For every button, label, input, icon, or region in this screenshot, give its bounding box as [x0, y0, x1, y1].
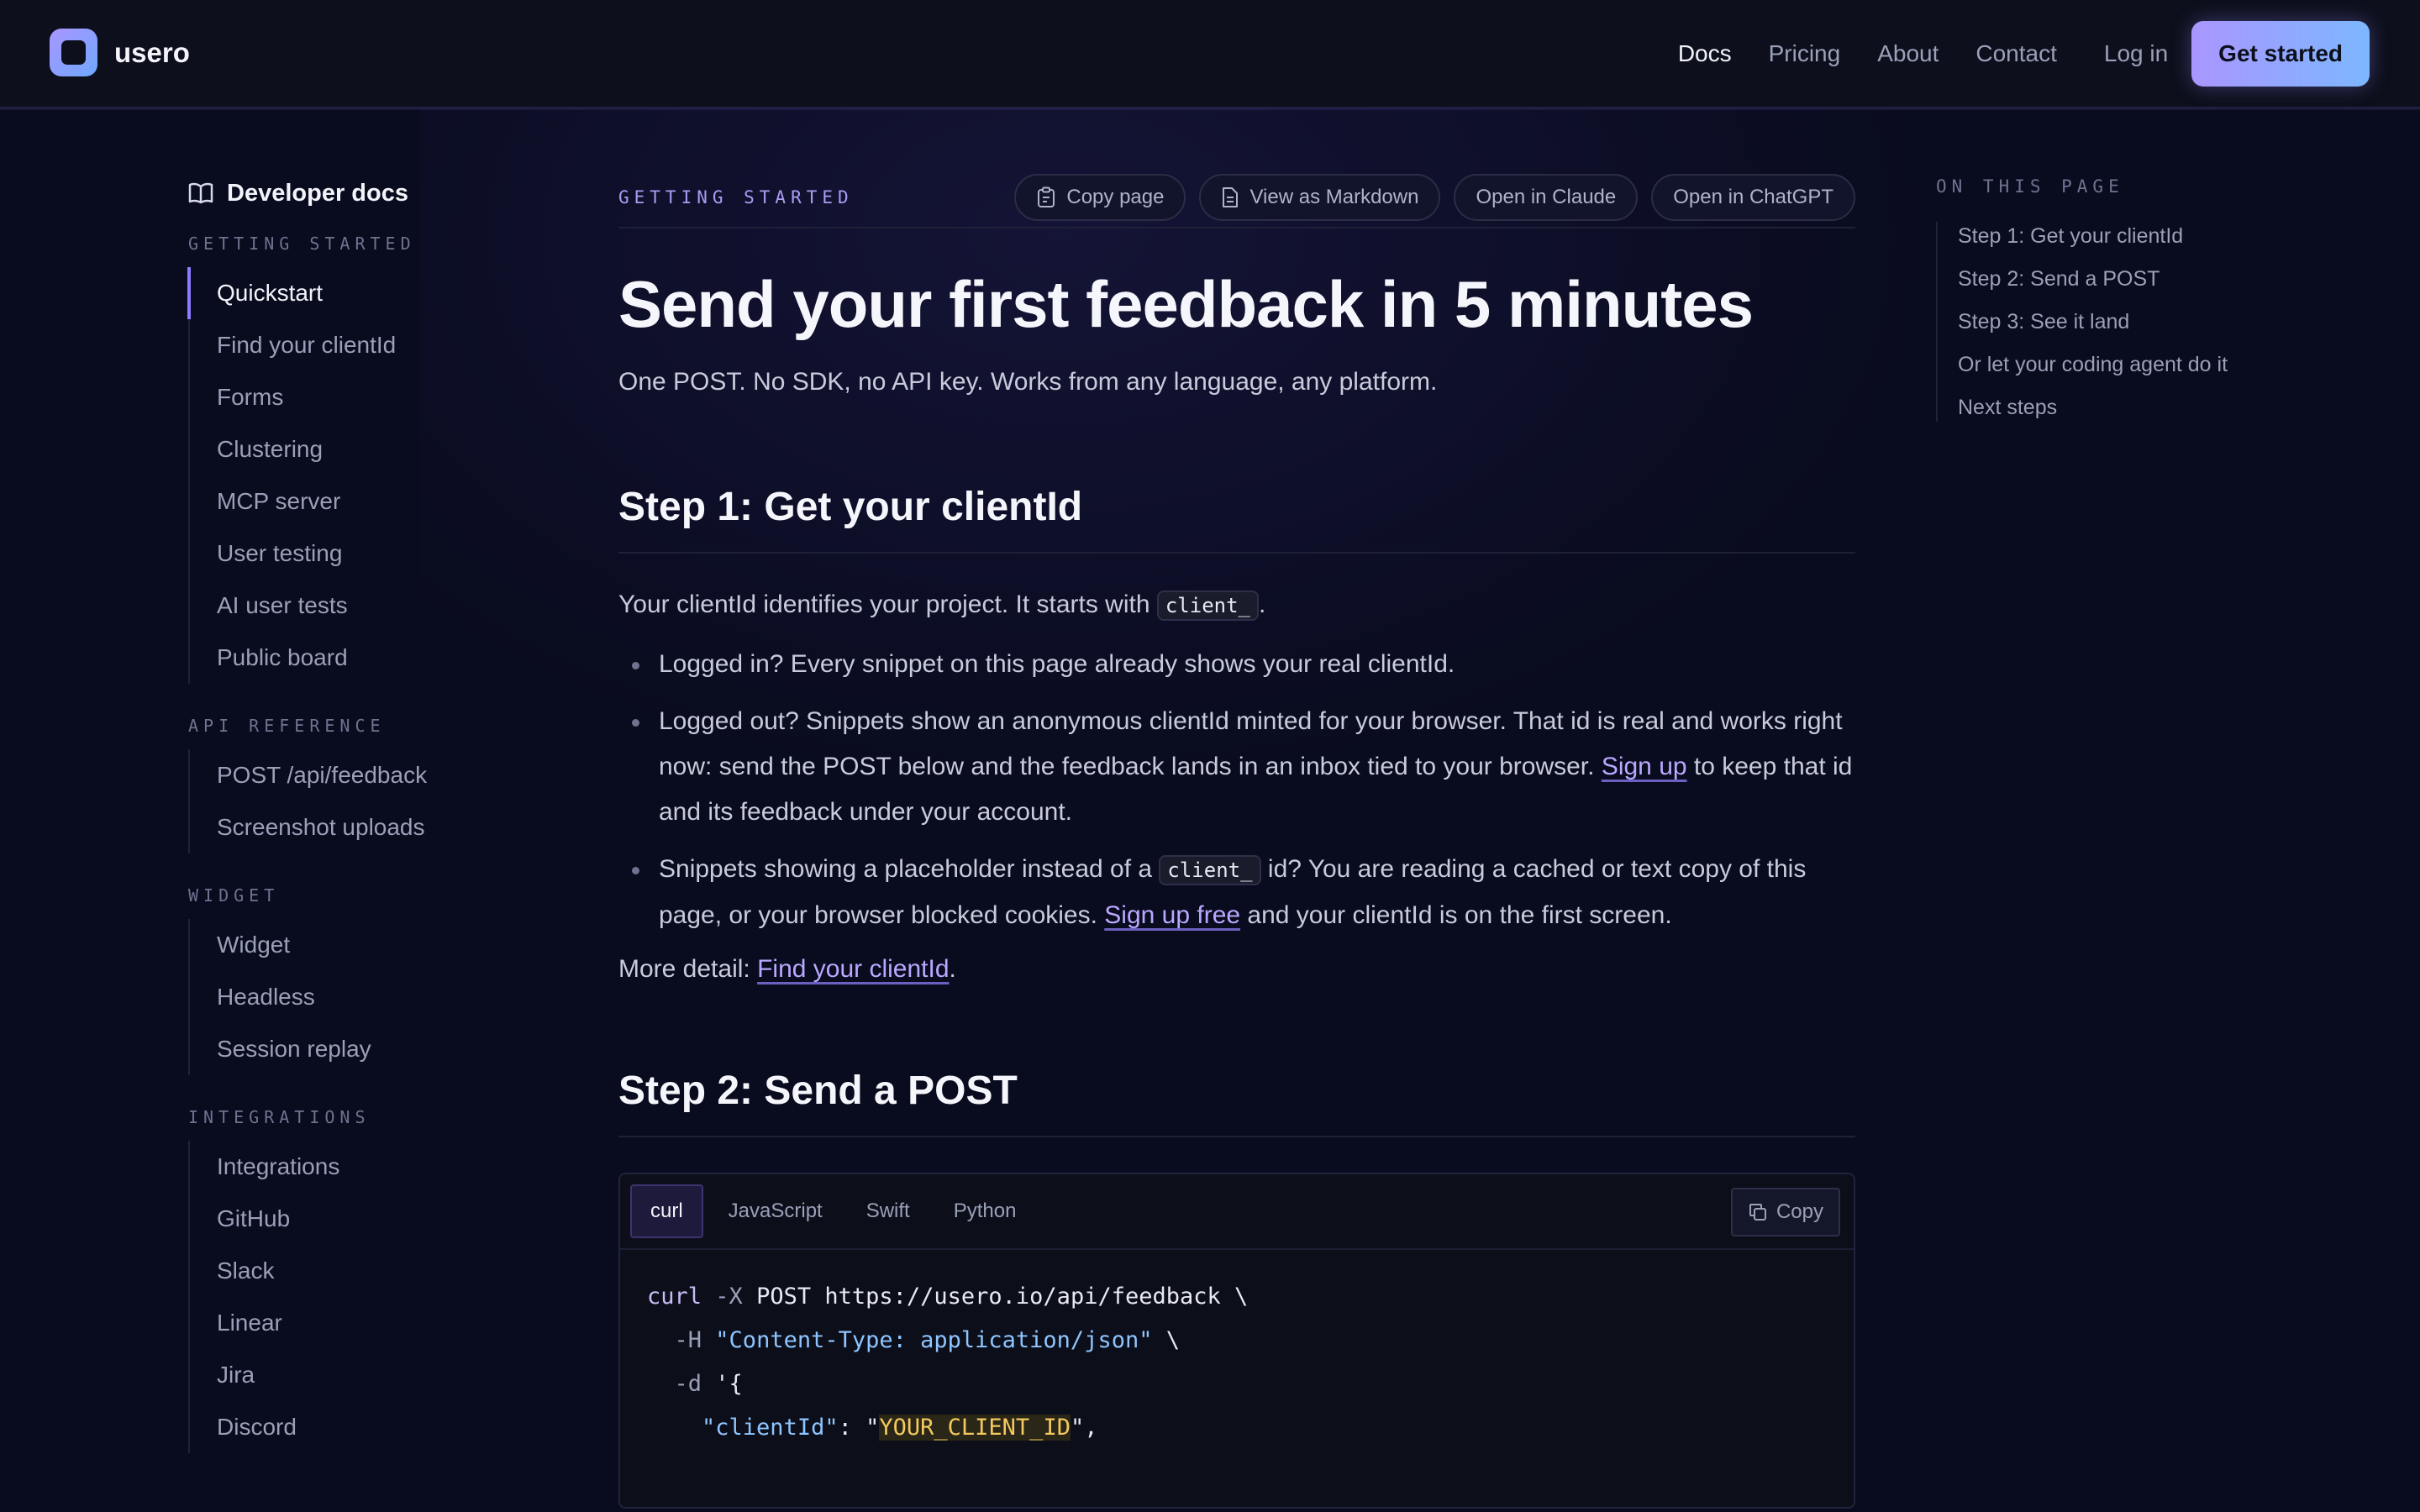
sidebar-item-session-replay[interactable]: Session replay [190, 1023, 524, 1075]
view-markdown-label: View as Markdown [1249, 186, 1419, 208]
sidebar-item-ai-user-tests[interactable]: AI user tests [190, 580, 524, 632]
sidebar-item-discord[interactable]: Discord [190, 1401, 524, 1453]
sidebar-item-find-clientid[interactable]: Find your clientId [190, 319, 524, 371]
sidebar-item-headless[interactable]: Headless [190, 971, 524, 1023]
toc-item-coding-agent[interactable]: Or let your coding agent do it [1938, 350, 2255, 379]
code-content: curl -X POST https://usero.io/api/feedba… [647, 1284, 1249, 1441]
find-clientid-link[interactable]: Find your clientId [757, 955, 949, 983]
section-widget: WIDGET [188, 885, 280, 906]
brand-logo[interactable]: usero [50, 29, 190, 76]
document-icon [1223, 187, 1239, 207]
copy-page-button[interactable]: Copy page [1014, 174, 1186, 221]
page-title: Send your first feedback in 5 minutes [618, 267, 1754, 341]
sidebar-group-widget: Widget Headless Session replay [188, 919, 524, 1075]
top-nav: usero Docs Pricing About Contact Log in … [0, 0, 2420, 108]
inline-code: client_ [1159, 855, 1261, 885]
list-item: Logged in? Every snippet on this page al… [618, 642, 1855, 687]
get-started-button[interactable]: Get started [2191, 21, 2370, 87]
brand-name: usero [114, 36, 190, 68]
sidebar-item-screenshot-uploads[interactable]: Screenshot uploads [190, 801, 524, 853]
sidebar-item-github[interactable]: GitHub [190, 1193, 524, 1245]
breadcrumb: GETTING STARTED [618, 187, 854, 207]
toc-item-next-steps[interactable]: Next steps [1938, 393, 2255, 422]
sidebar-item-jira[interactable]: Jira [190, 1349, 524, 1401]
sidebar-item-slack[interactable]: Slack [190, 1245, 524, 1297]
sidebar-item-clustering[interactable]: Clustering [190, 423, 524, 475]
page-header-row: GETTING STARTED Copy page View as Markdo… [618, 168, 1855, 228]
code-tabs: curl JavaScript Swift Python Copy [620, 1174, 1854, 1250]
sidebar-group-integrations: Integrations GitHub Slack Linear Jira Di… [188, 1141, 524, 1453]
section-api-reference: API REFERENCE [188, 716, 386, 736]
tab-curl[interactable]: curl [630, 1184, 703, 1238]
sidebar-item-forms[interactable]: Forms [190, 371, 524, 423]
toc-item-step1[interactable]: Step 1: Get your clientId [1938, 222, 2255, 250]
copy-label: Copy [1776, 1200, 1823, 1223]
open-in-claude-button[interactable]: Open in Claude [1454, 174, 1639, 221]
copy-page-label: Copy page [1066, 186, 1165, 208]
section-integrations: INTEGRATIONS [188, 1107, 371, 1127]
sidebar-title-text: Developer docs [227, 179, 408, 207]
sidebar-item-public-board[interactable]: Public board [190, 632, 524, 684]
toc-list: Step 1: Get your clientId Step 2: Send a… [1936, 222, 2255, 422]
inline-code: client_ [1156, 591, 1260, 621]
tab-python[interactable]: Python [932, 1184, 1039, 1238]
step2-heading: Step 2: Send a POST [618, 1068, 1855, 1137]
sidebar-group-api-reference: POST /api/feedback Screenshot uploads [188, 749, 524, 853]
view-markdown-button[interactable]: View as Markdown [1199, 174, 1441, 221]
sidebar-group-getting-started: Quickstart Find your clientId Forms Clus… [187, 267, 524, 684]
docs-sidebar: Developer docs GETTING STARTED Quickstar… [187, 168, 524, 1478]
sidebar-item-quickstart[interactable]: Quickstart [187, 267, 524, 319]
copy-icon [1749, 1204, 1766, 1221]
open-in-chatgpt-button[interactable]: Open in ChatGPT [1651, 174, 1855, 221]
copy-code-button[interactable]: Copy [1730, 1188, 1840, 1236]
tab-javascript[interactable]: JavaScript [707, 1184, 844, 1238]
step1-heading: Step 1: Get your clientId [618, 484, 1855, 554]
tab-swift[interactable]: Swift [844, 1184, 932, 1238]
nav-docs[interactable]: Docs [1678, 40, 1732, 67]
page-lead: One POST. No SDK, no API key. Works from… [618, 368, 1438, 396]
list-item: Logged out? Snippets show an anonymous c… [618, 699, 1855, 835]
sidebar-item-integrations[interactable]: Integrations [190, 1141, 524, 1193]
step1-intro: Your clientId identifies your project. I… [618, 585, 1855, 625]
toc-item-step2[interactable]: Step 2: Send a POST [1938, 265, 2255, 293]
sidebar-item-mcp-server[interactable]: MCP server [190, 475, 524, 528]
step1-bullets: Logged in? Every snippet on this page al… [618, 642, 1855, 938]
sidebar-item-post-feedback[interactable]: POST /api/feedback [190, 749, 524, 801]
sign-up-free-link[interactable]: Sign up free [1104, 901, 1240, 929]
clipboard-icon [1038, 186, 1055, 207]
login-link[interactable]: Log in [2104, 40, 2168, 67]
page-actions: Copy page View as Markdown Open in Claud… [1001, 174, 1855, 221]
table-of-contents: ON THIS PAGE Step 1: Get your clientId S… [1936, 168, 2255, 436]
logo-icon [50, 29, 97, 76]
nav-about[interactable]: About [1877, 40, 1939, 67]
list-item: Snippets showing a placeholder instead o… [618, 847, 1855, 938]
sign-up-link[interactable]: Sign up [1602, 753, 1687, 780]
code-block: curl JavaScript Swift Python Copy curl -… [618, 1173, 1855, 1509]
sidebar-item-linear[interactable]: Linear [190, 1297, 524, 1349]
book-icon [188, 182, 213, 204]
nav-pricing[interactable]: Pricing [1769, 40, 1841, 67]
main-content: GETTING STARTED Copy page View as Markdo… [618, 168, 1855, 1509]
main-nav: Docs Pricing About Contact Log in Get st… [1641, 20, 2370, 87]
toc-item-step3[interactable]: Step 3: See it land [1938, 307, 2255, 336]
toc-title: ON THIS PAGE [1936, 176, 2124, 197]
more-detail: More detail: Find your clientId. [618, 955, 956, 983]
sidebar-title[interactable]: Developer docs [188, 168, 524, 218]
sidebar-item-widget[interactable]: Widget [190, 919, 524, 971]
section-getting-started: GETTING STARTED [188, 234, 416, 254]
sidebar-item-user-testing[interactable]: User testing [190, 528, 524, 580]
nav-contact[interactable]: Contact [1975, 40, 2057, 67]
